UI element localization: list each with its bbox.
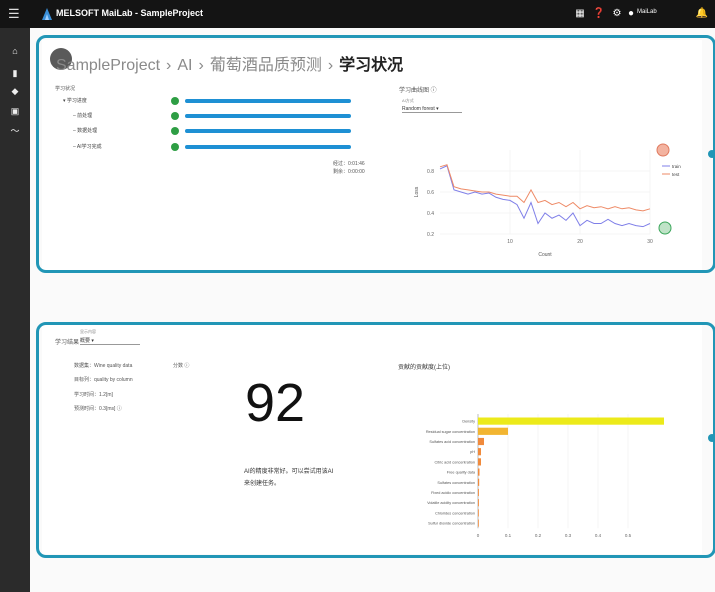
box-icon[interactable]: ▣	[8, 104, 22, 118]
home-icon[interactable]: ⌂	[8, 44, 22, 58]
highlight-frame-bottom	[36, 322, 715, 558]
user-name[interactable]: MaiLab	[637, 9, 657, 15]
highlight-dot	[708, 434, 715, 442]
highlight-frame-top	[36, 35, 715, 273]
user-icon[interactable]: ●	[626, 7, 636, 21]
gear-icon[interactable]: ⚙	[610, 7, 624, 21]
menu-icon[interactable]: ☰	[8, 6, 24, 22]
help-icon[interactable]: ❓	[592, 7, 606, 21]
top-bar: ☰ MELSOFT MaiLab - SampleProject ▦ ❓ ⚙ ●…	[0, 0, 715, 28]
app-title: MELSOFT MaiLab - SampleProject	[56, 8, 204, 18]
stack-icon[interactable]: ▮	[8, 66, 22, 80]
sidebar: ⌂ ▮ ◆ ▣ 〜	[0, 28, 30, 592]
app-logo-icon	[42, 8, 52, 20]
grid-icon[interactable]: ▦	[573, 7, 587, 21]
highlight-dot	[708, 150, 715, 158]
bell-icon[interactable]: 🔔	[695, 7, 709, 21]
trend-icon[interactable]: 〜	[8, 124, 22, 138]
layers-icon[interactable]: ◆	[8, 84, 22, 98]
